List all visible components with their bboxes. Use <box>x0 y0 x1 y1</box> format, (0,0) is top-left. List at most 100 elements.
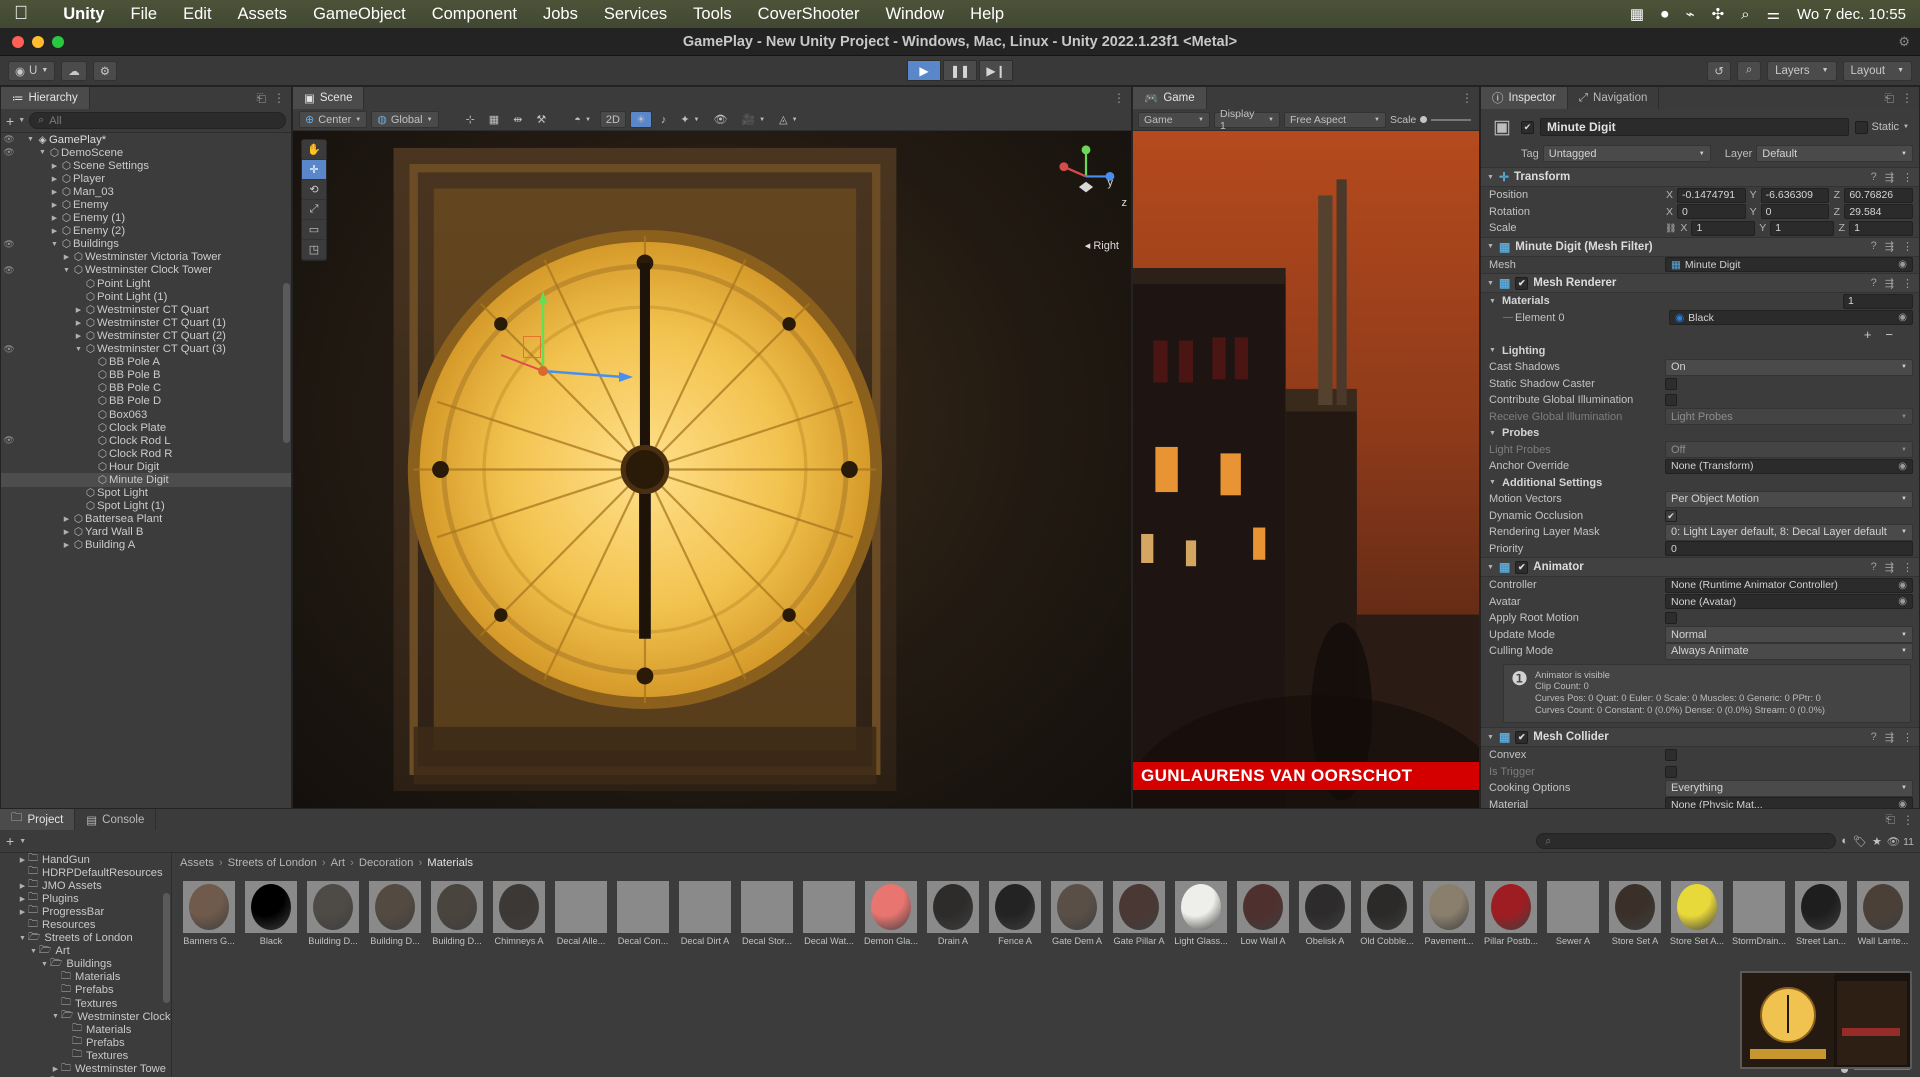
disclosure-triangle-icon[interactable]: • <box>73 490 84 497</box>
project-add-button[interactable]: + <box>6 833 14 849</box>
hierarchy-row[interactable]: ▶ ⬡ Battersea Plant <box>1 513 291 526</box>
menu-assets[interactable]: Assets <box>225 5 301 24</box>
filter-favorite-icon[interactable]: ★ <box>1872 835 1882 848</box>
axis-input-x[interactable]: 1 <box>1691 220 1756 236</box>
disclosure-triangle-icon[interactable]: ▶ <box>49 201 60 209</box>
disclosure-triangle-icon[interactable]: • <box>50 987 61 994</box>
project-folder-row[interactable]: •🗀 Textures <box>0 1049 171 1062</box>
hierarchy-row[interactable]: ▶ ⬡ Westminster CT Quart (2) <box>1 329 291 342</box>
project-folder-row[interactable]: •🗀Materials <box>0 971 171 984</box>
visibility-eye-icon[interactable]: 👁 <box>1 134 17 145</box>
object-picker-icon[interactable]: ◉ <box>1898 312 1907 323</box>
object-field[interactable]: ▦ Minute Digit ◉ <box>1665 257 1913 273</box>
help-icon[interactable]: ? <box>1871 561 1877 574</box>
checkbox-field[interactable] <box>1665 749 1677 762</box>
breadcrumb[interactable]: Assets › Streets of London › Art › Decoration ›… <box>172 853 1920 873</box>
hierarchy-row[interactable]: •⬡Point Light (1) <box>1 290 291 303</box>
asset-item[interactable]: Store Set A <box>1604 881 1666 946</box>
dropdown-field[interactable]: Off ▼ <box>1665 441 1913 459</box>
search-icon[interactable]: ⌕ <box>1741 6 1749 23</box>
hierarchy-row[interactable]: •⬡BB Pole B <box>1 369 291 382</box>
breadcrumb-item[interactable]: Assets <box>180 857 214 869</box>
asset-item[interactable]: Drain A <box>922 881 984 946</box>
project-folder-row[interactable]: ▼ 🗁 Streets of London <box>0 932 171 945</box>
disclosure-triangle-icon[interactable]: • <box>61 1026 72 1033</box>
disclosure-triangle-icon[interactable]: ▶ <box>17 908 28 916</box>
object-picker-icon[interactable]: ◉ <box>1898 580 1907 591</box>
tab-navigation[interactable]: ⤢ Navigation <box>1567 87 1660 109</box>
apple-logo-icon[interactable]:  <box>14 3 28 25</box>
vector3-field[interactable]: X 0 Y 0 Z 29.584 <box>1665 204 1914 220</box>
transform-tool-button[interactable]: ◳ <box>302 240 326 260</box>
assets-zoom-slider[interactable] <box>172 1061 1920 1077</box>
component-header[interactable]: ▼ ▦ Mesh Collider? ⇶ ⋮ <box>1481 727 1919 748</box>
disclosure-triangle-icon[interactable]: ▼ <box>73 346 84 353</box>
tab-hierarchy[interactable]: ≔ Hierarchy <box>1 87 90 109</box>
hierarchy-row[interactable]: ▶ ⬡ Scene Settings <box>1 159 291 172</box>
asset-item[interactable]: Wall Lante... <box>1852 881 1914 946</box>
rotate-tool-button[interactable]: ⟲ <box>302 180 326 200</box>
dropdown-field[interactable]: Always Animate ▼ <box>1665 642 1913 660</box>
checkbox-field[interactable] <box>1665 765 1677 778</box>
static-checkbox[interactable] <box>1854 120 1868 134</box>
lock-icon[interactable]: ⎗ <box>1884 91 1894 106</box>
lock-icon[interactable]: ⎗ <box>1885 812 1895 827</box>
disclosure-triangle-icon[interactable]: ▼ <box>1487 174 1494 181</box>
project-folder-row[interactable]: •🗀Prefabs <box>0 984 171 997</box>
hierarchy-row[interactable]: •⬡Hour Digit <box>1 460 291 473</box>
menu-help[interactable]: Help <box>957 5 1017 24</box>
hierarchy-row[interactable]: ▶ ⬡ Yard Wall B <box>1 526 291 539</box>
hierarchy-row[interactable]: ▶ ⬡ Enemy <box>1 198 291 211</box>
preset-icon[interactable]: ⇶ <box>1885 561 1894 574</box>
cloud-button[interactable]: ☁ <box>61 60 87 81</box>
disclosure-triangle-icon[interactable]: • <box>50 1000 61 1007</box>
project-folder-row[interactable]: ▶ 🗀 Westminster Towe <box>0 1063 171 1076</box>
kebab-menu-icon[interactable]: ⋮ <box>1902 171 1913 184</box>
step-button[interactable]: ▶❙ <box>979 60 1013 81</box>
services-settings-button[interactable]: ⚙ <box>92 60 118 81</box>
hierarchy-row[interactable]: 👁 ▼ ⬡ Buildings <box>1 238 291 251</box>
layers-dropdown[interactable]: Layers ▼ <box>1767 60 1837 81</box>
hierarchy-row[interactable]: •⬡BB Pole C <box>1 382 291 395</box>
remove-material-button[interactable]: − <box>1885 327 1893 342</box>
object-picker-icon[interactable]: ◉ <box>1898 259 1907 270</box>
disclosure-triangle-icon[interactable]: ▶ <box>49 227 60 235</box>
visibility-eye-icon[interactable]: 👁 <box>1 344 17 355</box>
asset-item[interactable]: Obelisk A <box>1294 881 1356 946</box>
hierarchy-row[interactable]: •⬡Clock Plate <box>1 421 291 434</box>
project-folder-row[interactable]: •🗀HDRPDefaultResources <box>0 866 171 879</box>
bluetooth-icon[interactable]: ✣ <box>1712 5 1725 23</box>
asset-item[interactable]: Old Cobble... <box>1356 881 1418 946</box>
game-aspect-dropdown[interactable]: Free Aspect ▼ <box>1284 111 1386 128</box>
asset-item[interactable]: Black <box>240 881 302 946</box>
disclosure-triangle-icon[interactable]: • <box>85 463 96 470</box>
drag-handle-icon[interactable]: — <box>1489 312 1513 323</box>
component-tools-button[interactable]: ⚒ <box>531 111 551 128</box>
disclosure-triangle-icon[interactable]: ▶ <box>73 319 84 327</box>
component-enabled-checkbox[interactable] <box>1515 730 1529 744</box>
filter-label-icon[interactable]: 🏷 <box>1853 835 1867 848</box>
hierarchy-row[interactable]: •⬡Box063 <box>1 408 291 421</box>
game-viewport[interactable]: GUN LAURENS VAN OORSCHOT <box>1133 131 1479 808</box>
scene-fx-toggle[interactable]: ✦ ▼ <box>675 111 704 128</box>
grid-snapping-button[interactable]: ⊹ <box>461 111 480 128</box>
disclosure-triangle-icon[interactable]: • <box>61 1039 72 1046</box>
tab-project[interactable]: 🗀 Project <box>0 809 76 830</box>
game-display-dropdown[interactable]: Display 1 ▼ <box>1214 108 1280 132</box>
game-scale-slider[interactable]: Scale <box>1390 114 1472 126</box>
axis-input-z[interactable]: 1 <box>1849 220 1914 236</box>
asset-item[interactable]: StormDrain... <box>1728 881 1790 946</box>
scene-camera-button[interactable]: 🎥 ▼ <box>736 111 770 128</box>
disclosure-triangle-icon[interactable]: ▼ <box>1487 564 1494 571</box>
move-gizmo[interactable] <box>483 251 663 421</box>
preset-icon[interactable]: ⇶ <box>1885 277 1894 290</box>
checkbox-field[interactable] <box>1665 612 1677 625</box>
breadcrumb-item[interactable]: Materials <box>427 857 473 869</box>
scale-tool-button[interactable]: ⤢ <box>302 200 326 220</box>
project-folder-row[interactable]: ▶ 🗀 HandGun <box>0 853 171 866</box>
axis-input-x[interactable]: 0 <box>1677 204 1746 220</box>
assets-grid[interactable]: Banners G... Black Building D... Building D… <box>172 873 1920 1061</box>
disclosure-triangle-icon[interactable]: • <box>17 922 28 929</box>
window-extra-icon[interactable]: ⚙ <box>1898 34 1920 50</box>
grid-icon[interactable]: ▦ <box>1630 5 1644 23</box>
